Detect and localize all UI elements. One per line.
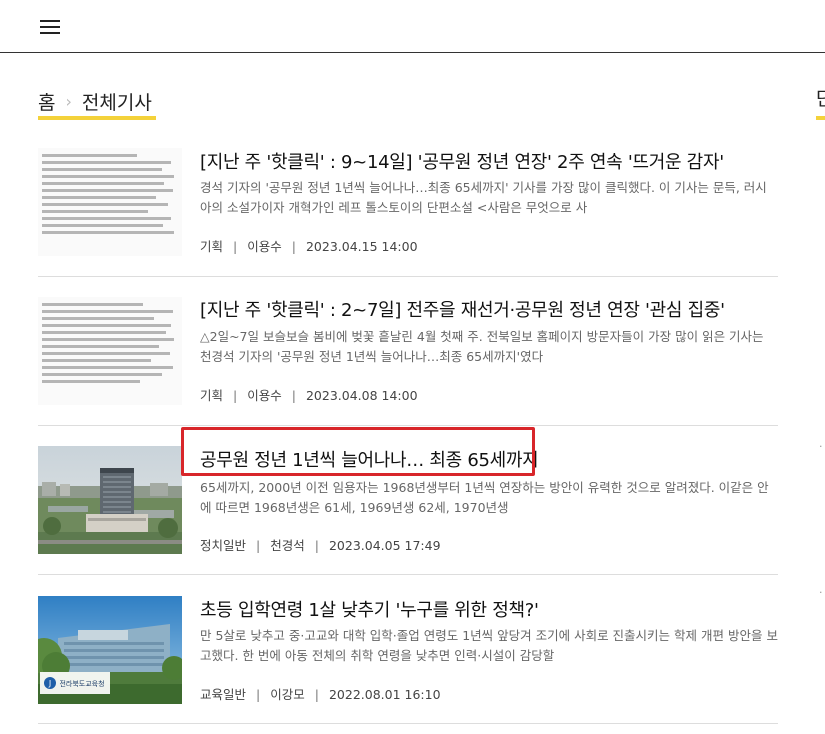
- article-meta: 기획 | 이용수 | 2023.04.08 14:00: [200, 385, 418, 404]
- article-author: 이용수: [247, 239, 282, 254]
- article-item: 공무원 정년 1년씩 늘어나나… 최종 65세까지 65세까지, 2000년 이…: [38, 426, 778, 575]
- sidebar-marker: ·: [819, 440, 823, 453]
- article-author: 이강모: [270, 687, 305, 702]
- meta-divider: |: [314, 538, 319, 553]
- menu-icon-line: [40, 20, 60, 22]
- education-office-building-photo: J 전라북도교육청: [38, 596, 182, 704]
- thumbnail-text-line: [42, 338, 174, 341]
- government-building-photo: [38, 446, 182, 554]
- article-summary: 만 5살로 낮추고 중·고교와 대학 입학·졸업 연령도 1년씩 앞당겨 조기에…: [200, 628, 778, 663]
- sidebar-marker: ·: [819, 586, 823, 599]
- article-summary: △2일~7일 보슬보슬 봄비에 벚꽃 흩날린 4월 첫째 주. 전북일보 홈페이…: [200, 329, 764, 364]
- meta-divider: |: [256, 538, 261, 553]
- thumbnail-text-line: [42, 196, 157, 199]
- article-author: 이용수: [247, 388, 282, 403]
- menu-icon-line: [40, 32, 60, 34]
- article-item: [지난 주 '핫클릭' : 2~7일] 전주을 재선거·공무원 정년 연장 '관…: [38, 277, 778, 426]
- article-meta: 교육일반 | 이강모 | 2022.08.01 16:10: [200, 684, 441, 703]
- meta-divider: |: [233, 239, 238, 254]
- article-category[interactable]: 기획: [200, 388, 223, 403]
- meta-divider: |: [291, 239, 296, 254]
- thumbnail-text-line: [42, 317, 154, 320]
- thumbnail-text-line: [42, 373, 162, 376]
- article-date: 2022.08.01 16:10: [328, 687, 441, 702]
- thumbnail-text-line: [42, 359, 151, 362]
- article-title-link[interactable]: [지난 주 '핫클릭' : 2~7일] 전주을 재선거·공무원 정년 연장 '관…: [200, 296, 725, 322]
- article-title-link[interactable]: [지난 주 '핫클릭' : 9~14일] '공무원 정년 연장' 2주 연속 '…: [200, 148, 724, 174]
- article-author: 천경석: [270, 538, 305, 553]
- top-navigation-bar: [0, 0, 825, 53]
- breadcrumb-underline: [38, 116, 156, 120]
- thumbnail-sign-text: 전라북도교육청: [59, 679, 104, 688]
- hamburger-menu-icon[interactable]: [40, 20, 60, 34]
- article-thumbnail[interactable]: [38, 297, 182, 405]
- thumbnail-text-line: [42, 345, 159, 348]
- thumbnail-text-line: [42, 231, 174, 234]
- article-category[interactable]: 정치일반: [200, 538, 246, 553]
- article-title-link[interactable]: 공무원 정년 1년씩 늘어나나… 최종 65세까지: [200, 446, 539, 472]
- thumbnail-text-line: [42, 154, 138, 157]
- thumbnail-text-line: [42, 303, 143, 306]
- thumbnail-text-line: [42, 352, 170, 355]
- thumbnail-text-line: [42, 366, 173, 369]
- article-thumbnail[interactable]: [38, 446, 182, 554]
- menu-icon-line: [40, 26, 60, 28]
- article-category[interactable]: 교육일반: [200, 687, 246, 702]
- article-date: 2023.04.05 17:49: [328, 538, 441, 553]
- article-date: 2023.04.08 14:00: [305, 388, 418, 403]
- breadcrumb: 홈 › 전체기사: [38, 84, 152, 118]
- breadcrumb-separator-icon: ›: [65, 91, 72, 111]
- thumbnail-text-line: [42, 161, 172, 164]
- article-meta: 기획 | 이용수 | 2023.04.15 14:00: [200, 236, 418, 255]
- thumbnail-text-line: [42, 380, 140, 383]
- meta-divider: |: [291, 388, 296, 403]
- article-thumbnail[interactable]: [38, 148, 182, 256]
- article-meta: 정치일반 | 천경석 | 2023.04.05 17:49: [200, 535, 441, 554]
- thumbnail-text-line: [42, 224, 164, 227]
- article-category[interactable]: 기획: [200, 239, 223, 254]
- breadcrumb-current: 전체기사: [81, 91, 152, 114]
- article-summary: 경석 기자의 '공무원 정년 1년씩 늘어나나…최종 65세까지' 기사를 가장…: [200, 180, 767, 215]
- thumbnail-text-line: [42, 217, 172, 220]
- thumbnail-text-line: [42, 310, 173, 313]
- thumbnail-text-line: [42, 189, 173, 192]
- sidebar-heading-underline: [816, 116, 825, 120]
- svg-text:J: J: [48, 679, 51, 688]
- thumbnail-text-line: [42, 168, 162, 171]
- article-title-link[interactable]: 초등 입학연령 1살 낮추기 '누구를 위한 정책?': [200, 596, 539, 622]
- thumbnail-text-line: [42, 203, 169, 206]
- meta-divider: |: [256, 687, 261, 702]
- thumbnail-text-line: [42, 210, 149, 213]
- breadcrumb-home-link[interactable]: 홈: [38, 88, 55, 115]
- meta-divider: |: [314, 687, 319, 702]
- thumbnail-text-line: [42, 331, 166, 334]
- meta-divider: |: [233, 388, 238, 403]
- thumbnail-text-line: [42, 175, 174, 178]
- article-thumbnail[interactable]: J 전라북도교육청: [38, 596, 182, 704]
- thumbnail-text-line: [42, 324, 172, 327]
- article-date: 2023.04.15 14:00: [305, 239, 418, 254]
- thumbnail-text-line: [42, 182, 165, 185]
- article-summary: 65세까지, 2000년 이전 임용자는 1968년생부터 1년씩 연장하는 방…: [200, 480, 769, 515]
- sidebar-heading: 단: [816, 88, 825, 110]
- article-item: [지난 주 '핫클릭' : 9~14일] '공무원 정년 연장' 2주 연속 '…: [38, 128, 778, 277]
- article-item: J 전라북도교육청 초등 입학연령 1살 낮추기 '누구를 위한 정책?' 만 …: [38, 575, 778, 724]
